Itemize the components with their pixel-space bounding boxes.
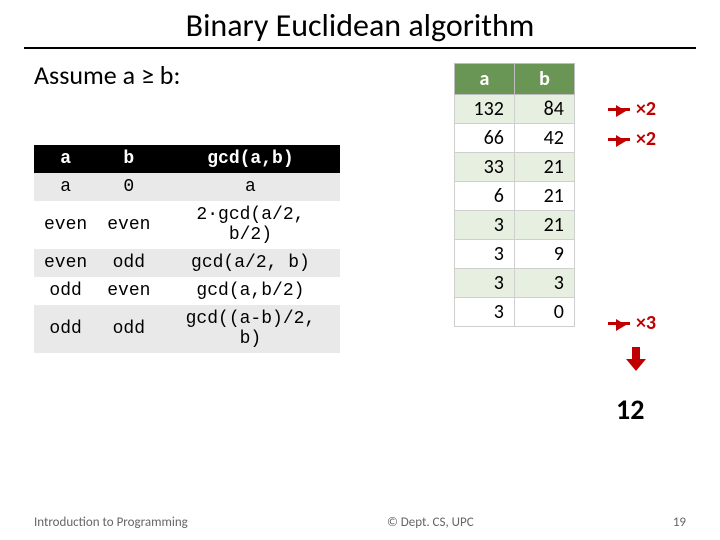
cell: 9: [514, 240, 574, 269]
arrow-right-icon: [608, 108, 630, 111]
footer-center: © Dept. CS, UPC: [387, 515, 474, 530]
cell: odd: [97, 305, 160, 353]
left-column: Assume a ≥ b: a b gcd(a,b) a0a eveneven2…: [34, 59, 404, 353]
rules-row: a0a: [34, 173, 340, 201]
right-column: a b 13284 6642 3321 621 321 39 33 30 ×2 …: [404, 59, 696, 353]
cell: odd: [34, 277, 97, 305]
arrow-down-icon: [629, 347, 643, 369]
cell: 2·gcd(a/2, b/2): [160, 201, 340, 249]
rules-header-b: b: [97, 145, 160, 173]
cell: even: [34, 201, 97, 249]
cell: even: [34, 249, 97, 277]
footer-left: Introduction to Programming: [34, 515, 188, 530]
cell: 0: [97, 173, 160, 201]
cell: 66: [454, 124, 514, 153]
footer: Introduction to Programming © Dept. CS, …: [0, 515, 720, 530]
rules-header-gcd: gcd(a,b): [160, 145, 340, 173]
arrow-right-icon: [608, 322, 630, 325]
cell: gcd(a/2, b): [160, 249, 340, 277]
trace-row: 39: [454, 240, 574, 269]
rules-row: evenoddgcd(a/2, b): [34, 249, 340, 277]
trace-header-b: b: [514, 64, 574, 95]
rules-row: eveneven2·gcd(a/2, b/2): [34, 201, 340, 249]
cell: 21: [514, 211, 574, 240]
cell: gcd(a,b/2): [160, 277, 340, 305]
trace-row: 621: [454, 182, 574, 211]
cell: 3: [454, 211, 514, 240]
cell: a: [160, 173, 340, 201]
slide-body: Assume a ≥ b: a b gcd(a,b) a0a eveneven2…: [0, 59, 720, 353]
result-value: 12: [616, 392, 644, 427]
cell: 3: [454, 298, 514, 327]
cell: 3: [454, 269, 514, 298]
trace-table: a b 13284 6642 3321 621 321 39 33 30: [454, 63, 575, 327]
footer-page-number: 19: [673, 515, 686, 530]
rules-header-row: a b gcd(a,b): [34, 145, 340, 173]
cell: gcd((a-b)/2, b): [160, 305, 340, 353]
annotation-x2-row2: ×2: [608, 127, 656, 151]
rules-header-a: a: [34, 145, 97, 173]
cell: even: [97, 277, 160, 305]
cell: a: [34, 173, 97, 201]
cell: odd: [97, 249, 160, 277]
cell: 132: [454, 95, 514, 124]
trace-header-row: a b: [454, 64, 574, 95]
rules-table: a b gcd(a,b) a0a eveneven2·gcd(a/2, b/2)…: [34, 145, 340, 353]
cell: odd: [34, 305, 97, 353]
arrow-right-icon: [608, 138, 630, 141]
annotation-label: ×2: [636, 97, 656, 121]
annotation-label: ×2: [636, 127, 656, 151]
cell: 42: [514, 124, 574, 153]
annotation-label: ×3: [636, 311, 656, 335]
rules-row: oddoddgcd((a-b)/2, b): [34, 305, 340, 353]
annotation-x3: ×3: [608, 311, 656, 335]
annotation-x2-row1: ×2: [608, 97, 656, 121]
cell: even: [97, 201, 160, 249]
cell: 21: [514, 182, 574, 211]
trace-row: 6642: [454, 124, 574, 153]
trace-row: 3321: [454, 153, 574, 182]
slide-title: Binary Euclidean algorithm: [24, 0, 696, 49]
cell: 0: [514, 298, 574, 327]
cell: 3: [514, 269, 574, 298]
assume-text: Assume a ≥ b:: [34, 59, 404, 91]
trace-row: 30: [454, 298, 574, 327]
trace-row: 33: [454, 269, 574, 298]
cell: 6: [454, 182, 514, 211]
trace-row: 321: [454, 211, 574, 240]
trace-header-a: a: [454, 64, 514, 95]
cell: 84: [514, 95, 574, 124]
cell: 3: [454, 240, 514, 269]
rules-row: oddevengcd(a,b/2): [34, 277, 340, 305]
cell: 33: [454, 153, 514, 182]
cell: 21: [514, 153, 574, 182]
trace-row: 13284: [454, 95, 574, 124]
